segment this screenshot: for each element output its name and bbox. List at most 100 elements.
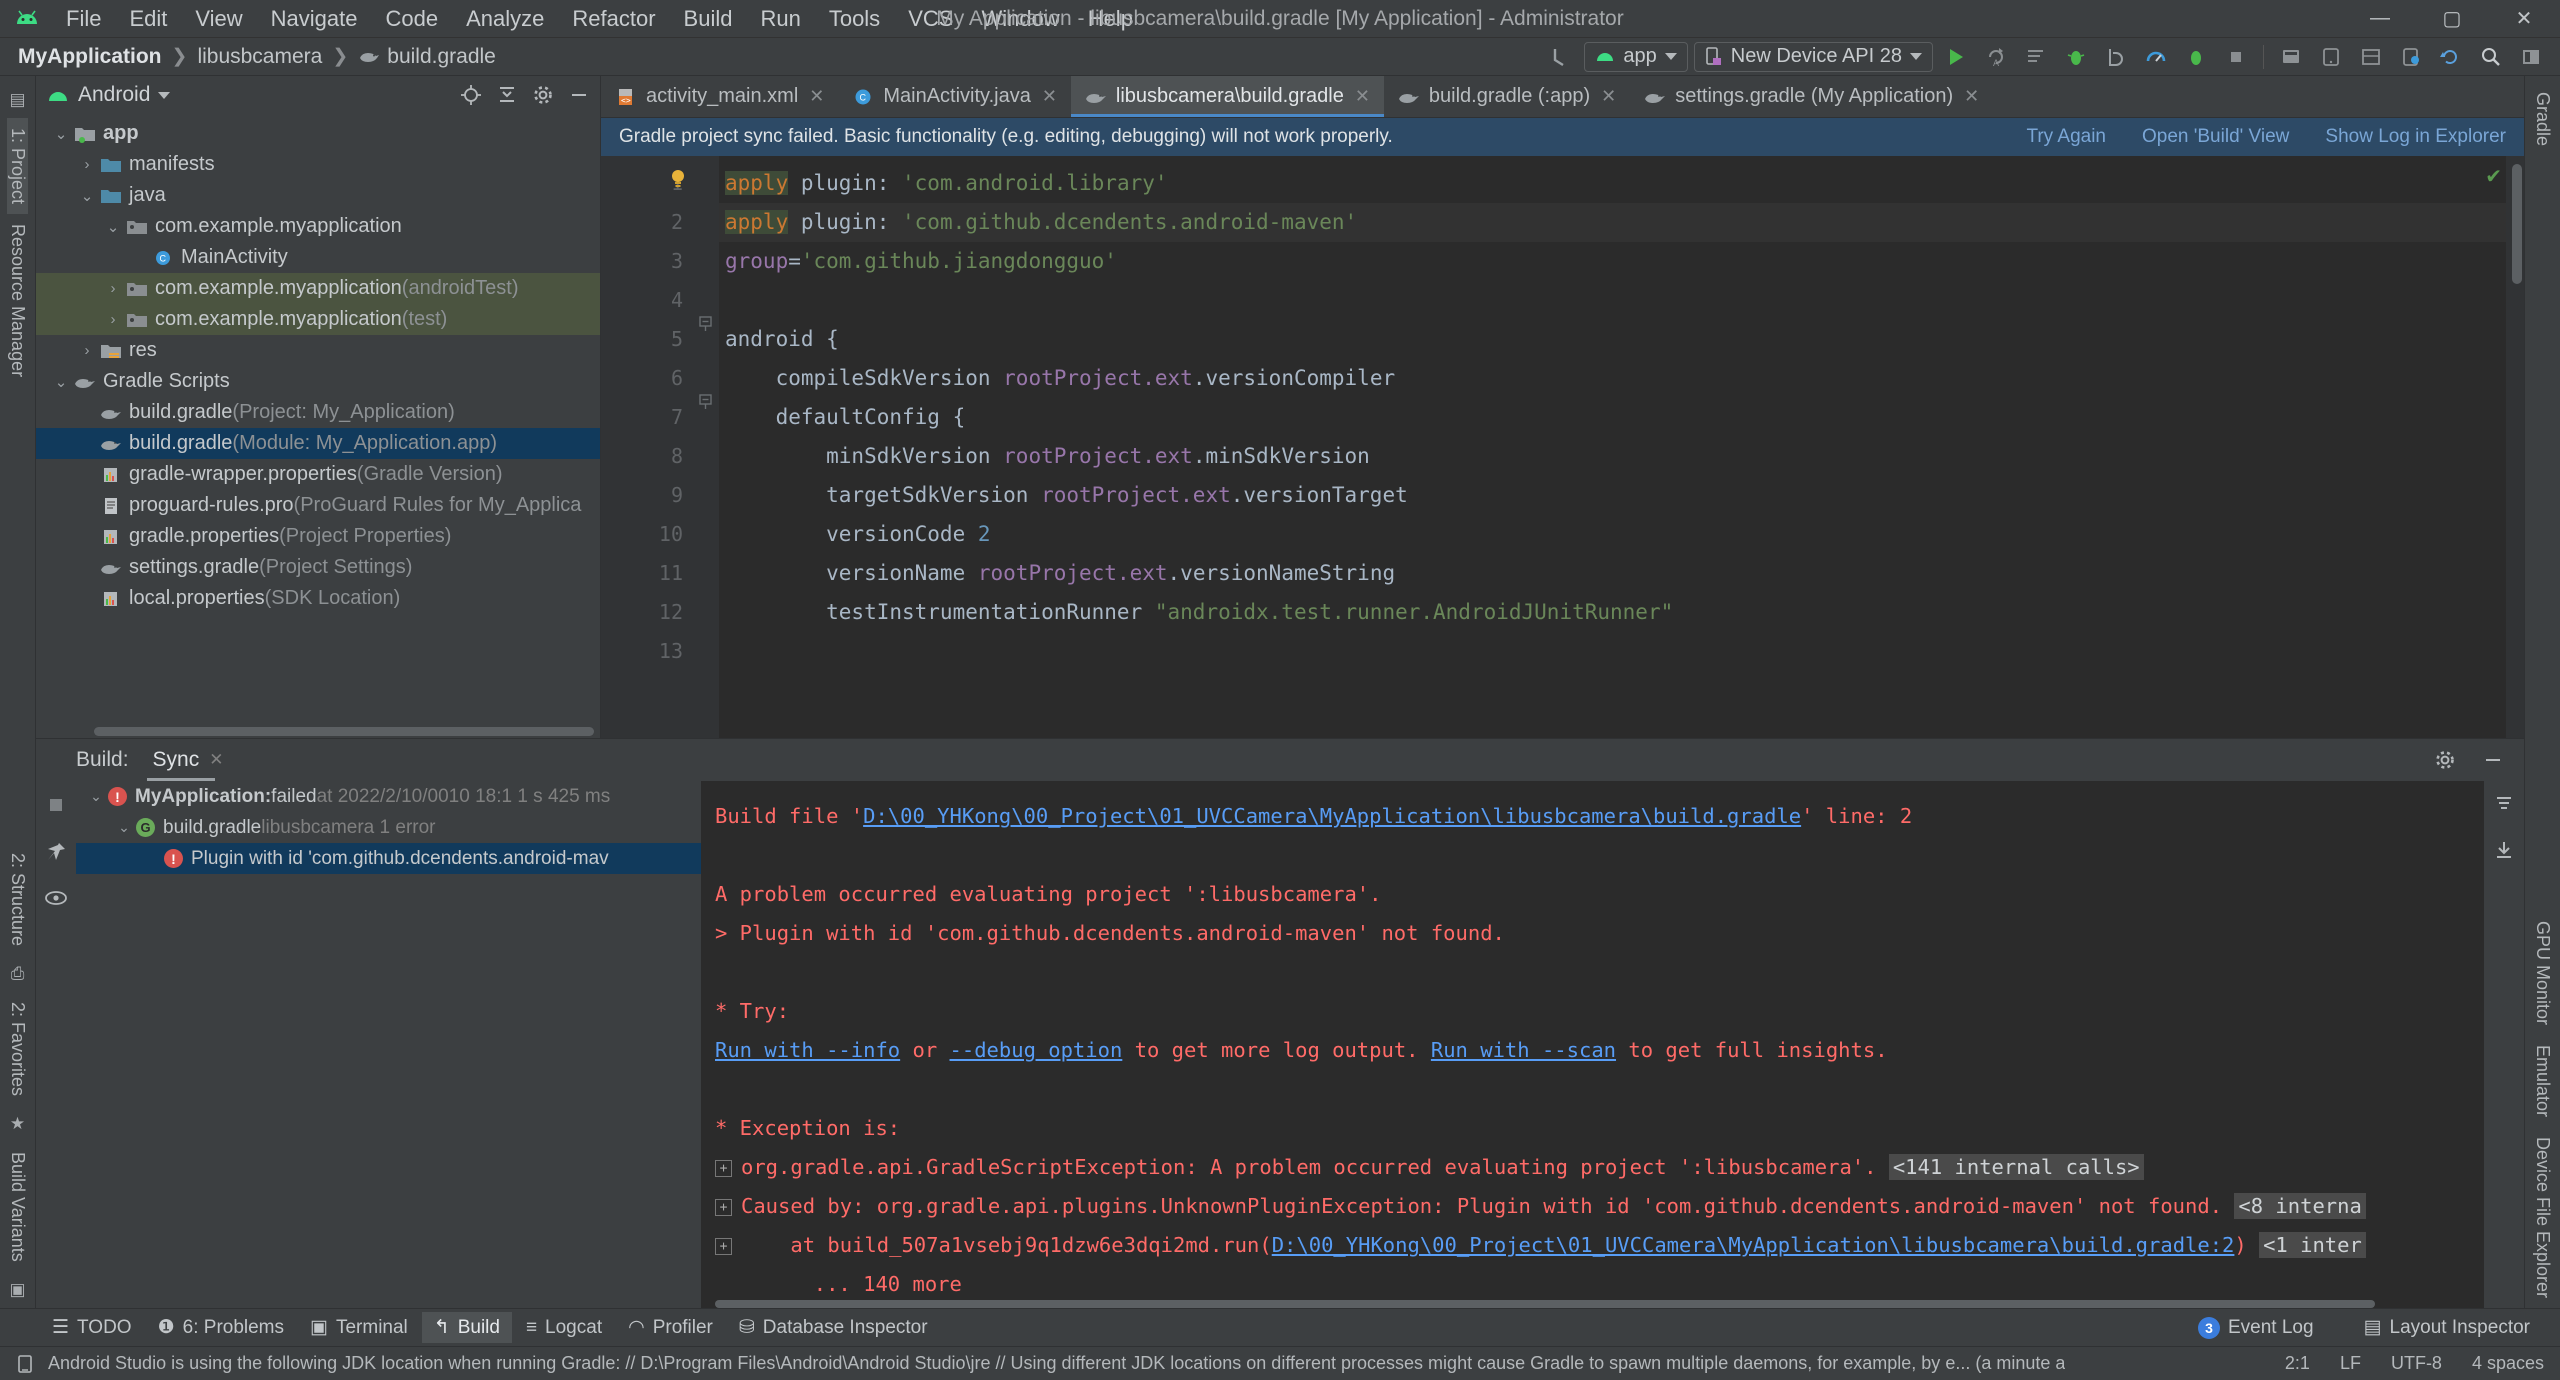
module-selector-combo[interactable]: app: [1584, 41, 1688, 72]
eye-icon[interactable]: [44, 889, 68, 907]
sidebar-item-resource-manager[interactable]: Resource Manager: [7, 214, 28, 387]
intention-bulb-icon[interactable]: [669, 168, 687, 190]
pin-icon[interactable]: [45, 841, 67, 863]
console-link[interactable]: D:\00_YHKong\00_Project\01_UVCCamera\MyA…: [863, 804, 1801, 828]
layers-icon[interactable]: ▣: [9, 1280, 25, 1300]
bookmark-icon[interactable]: ⎙: [11, 964, 25, 984]
device-file-explorer-icon[interactable]: [2394, 42, 2428, 72]
build-tree-item[interactable]: ⌄! MyApplication: failed at 2022/2/10/001…: [76, 781, 701, 812]
menu-navigate[interactable]: Navigate: [257, 3, 372, 35]
editor-tab[interactable]: build.gradle (:app) ✕: [1384, 76, 1630, 117]
menu-build[interactable]: Build: [670, 3, 747, 35]
stop-icon[interactable]: [46, 795, 66, 815]
close-icon[interactable]: ✕: [209, 750, 223, 770]
close-icon[interactable]: ✕: [809, 86, 824, 107]
tool-window-button-problems[interactable]: ❶ 6: Problems: [146, 1312, 296, 1343]
project-tree-item[interactable]: ⌄ Gradle Scripts: [36, 366, 600, 397]
chevron-down-icon[interactable]: ⌄: [50, 125, 72, 143]
code-line[interactable]: compileSdkVersion rootProject.ext.versio…: [719, 359, 2506, 398]
profiler-icon[interactable]: [2139, 42, 2173, 72]
download-icon[interactable]: [2493, 839, 2515, 861]
sidebar-item-gpu-monitor[interactable]: GPU Monitor: [2532, 911, 2553, 1035]
expand-icon[interactable]: +: [715, 1198, 732, 1216]
project-tree-item[interactable]: › manifests: [36, 149, 600, 180]
caret-position[interactable]: 2:1: [2285, 1353, 2310, 1374]
minimize-button[interactable]: —: [2344, 0, 2416, 38]
sidebar-item-structure[interactable]: 2: Structure: [7, 843, 28, 956]
device-selector-combo[interactable]: New Device API 28: [1693, 41, 1933, 72]
hide-icon[interactable]: [568, 84, 590, 106]
chevron-down-icon[interactable]: [158, 91, 171, 99]
chevron-down-icon[interactable]: ⌄: [76, 187, 98, 205]
menu-analyze[interactable]: Analyze: [452, 3, 558, 35]
editor-tab[interactable]: settings.gradle (My Application) ✕: [1630, 76, 1993, 117]
code-line[interactable]: targetSdkVersion rootProject.ext.version…: [719, 476, 2506, 515]
code-line[interactable]: testInstrumentationRunner "androidx.test…: [719, 593, 2506, 632]
indent-setting[interactable]: 4 spaces: [2472, 1353, 2544, 1374]
profile-debug-icon[interactable]: [2179, 42, 2213, 72]
sidebar-item-build-variants[interactable]: Build Variants: [7, 1142, 28, 1272]
project-tree-item[interactable]: › com.example.myapplication (test): [36, 304, 600, 335]
internal-calls-badge[interactable]: <1 inter: [2259, 1232, 2366, 1258]
apply-changes-icon[interactable]: A: [1979, 42, 2013, 72]
fold-marker-android-icon[interactable]: [699, 316, 713, 332]
sidebar-item-emulator[interactable]: Emulator: [2532, 1035, 2553, 1127]
code-line[interactable]: apply plugin: 'com.android.library': [719, 164, 2506, 203]
status-message[interactable]: Android Studio is using the following JD…: [48, 1353, 2065, 1374]
star-icon[interactable]: ★: [10, 1114, 25, 1134]
tool-window-button-todo[interactable]: ☰ TODO: [40, 1312, 144, 1343]
project-tree-item[interactable]: gradle.properties (Project Properties): [36, 521, 600, 552]
tool-window-button-logcat[interactable]: ≡ Logcat: [514, 1313, 614, 1343]
apply-code-changes-icon[interactable]: [2019, 42, 2053, 72]
project-files-icon[interactable]: ▤: [9, 90, 25, 110]
code-line[interactable]: versionName rootProject.ext.versionNameS…: [719, 554, 2506, 593]
expand-icon[interactable]: +: [715, 1159, 732, 1177]
console-link[interactable]: Run with --info: [715, 1038, 900, 1062]
inspection-status-icon[interactable]: ✔: [2485, 164, 2502, 189]
project-horizontal-scrollbar[interactable]: [36, 724, 600, 738]
tool-window-button-database-inspector[interactable]: ⛁ Database Inspector: [727, 1312, 940, 1343]
console-horizontal-scrollbar[interactable]: [715, 1300, 2481, 1308]
build-tree-item[interactable]: ⌄ Gbuild.gradle libusbcamera 1 error: [76, 812, 701, 843]
internal-calls-badge[interactable]: <141 internal calls>: [1888, 1154, 2144, 1180]
sidebar-item-gradle[interactable]: Gradle: [2532, 82, 2553, 156]
collapse-all-icon[interactable]: [496, 84, 518, 106]
internal-calls-badge[interactable]: <8 interna: [2234, 1193, 2366, 1219]
close-icon[interactable]: ✕: [1601, 86, 1616, 107]
avd-manager-icon[interactable]: [2314, 42, 2348, 72]
project-structure-icon[interactable]: [2514, 42, 2548, 72]
back-arrow-icon[interactable]: [1544, 42, 1578, 72]
tool-window-button-build[interactable]: ↰ Build: [421, 1312, 512, 1343]
breadcrumb-file[interactable]: build.gradle: [358, 45, 496, 69]
code-line[interactable]: minSdkVersion rootProject.ext.minSdkVers…: [719, 437, 2506, 476]
code-line[interactable]: apply plugin: 'com.github.dcendents.andr…: [719, 203, 2506, 242]
project-tree-item[interactable]: build.gradle (Module: My_Application.app…: [36, 428, 600, 459]
maximize-button[interactable]: ▢: [2416, 0, 2488, 38]
project-view-selector[interactable]: Android: [78, 83, 150, 107]
menu-code[interactable]: Code: [372, 3, 453, 35]
sidebar-item-favorites[interactable]: 2: Favorites: [7, 992, 28, 1106]
settings-icon[interactable]: [532, 84, 554, 106]
project-tree-item[interactable]: ⌄ java: [36, 180, 600, 211]
chevron-right-icon[interactable]: ›: [102, 311, 124, 328]
sidebar-item-device-file-explorer[interactable]: Device File Explorer: [2532, 1127, 2553, 1308]
breadcrumb-project[interactable]: MyApplication: [18, 45, 162, 69]
project-tree-item[interactable]: › com.example.myapplication (androidTest): [36, 273, 600, 304]
sdk-manager-icon[interactable]: [2274, 42, 2308, 72]
filter-icon[interactable]: [2493, 793, 2515, 813]
console-link[interactable]: --debug option: [950, 1038, 1123, 1062]
project-tree-item[interactable]: build.gradle (Project: My_Application): [36, 397, 600, 428]
line-separator[interactable]: LF: [2340, 1353, 2361, 1374]
tool-window-button-layout-inspector[interactable]: ▤ Layout Inspector: [2352, 1312, 2542, 1343]
show-log-in-explorer-link[interactable]: Show Log in Explorer: [2325, 126, 2506, 148]
close-icon[interactable]: ✕: [1355, 86, 1370, 107]
code-line[interactable]: group='com.github.jiangdongguo': [719, 242, 2506, 281]
code-line[interactable]: defaultConfig {: [719, 398, 2506, 437]
build-tab-sync[interactable]: Sync ✕: [146, 739, 230, 781]
tool-window-button-terminal[interactable]: ▣ Terminal: [298, 1312, 420, 1343]
chevron-down-icon[interactable]: ⌄: [50, 373, 72, 391]
try-again-link[interactable]: Try Again: [2026, 126, 2106, 148]
project-tree-item[interactable]: gradle-wrapper.properties (Gradle Versio…: [36, 459, 600, 490]
code-line[interactable]: android {: [719, 320, 2506, 359]
menu-vcs[interactable]: VCS: [894, 3, 967, 35]
